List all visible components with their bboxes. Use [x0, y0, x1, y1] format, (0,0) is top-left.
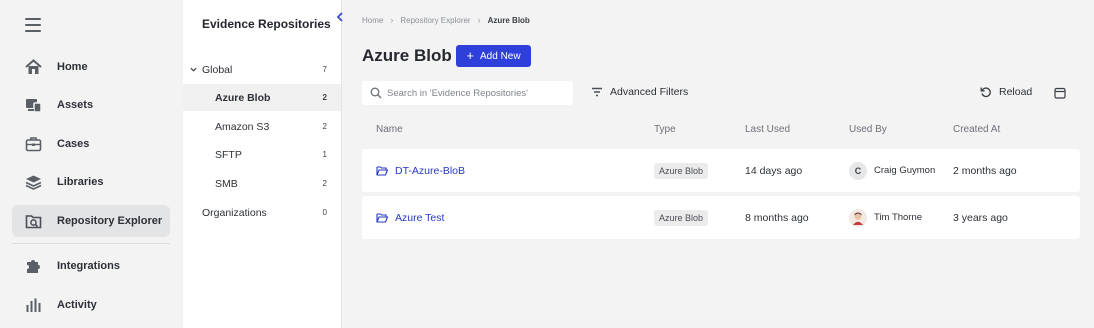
tree-item-global[interactable]: Global 7: [183, 56, 341, 83]
plus-icon: +: [466, 48, 474, 63]
tree-item-count: 7: [322, 65, 327, 74]
used-by-cell: C Craig Guymon: [849, 149, 935, 192]
page-title: Azure Blob: [362, 46, 452, 65]
created-at-cell: 2 months ago: [953, 164, 1017, 177]
nav-item-label: Assets: [57, 99, 94, 111]
chevron-right-icon: ›: [477, 15, 481, 25]
nav-item-label: Libraries: [57, 176, 104, 188]
column-settings-button[interactable]: [1054, 86, 1066, 99]
puzzle-icon: [24, 257, 42, 275]
tree-item-label: SFTP: [215, 148, 242, 161]
user-name: Tim Thorne: [874, 212, 923, 223]
nav-item-integrations[interactable]: Integrations: [12, 250, 170, 282]
column-header-used-by[interactable]: Used By: [849, 124, 887, 135]
search-input[interactable]: [387, 87, 567, 99]
tree-item-count: 2: [322, 93, 327, 102]
tree-item-label: Organizations: [202, 206, 267, 219]
tree-item-sftp[interactable]: SFTP 1: [183, 141, 341, 168]
tree-item-amazon-s3[interactable]: Amazon S3 2: [183, 113, 341, 140]
advanced-filters-button[interactable]: Advanced Filters: [591, 86, 688, 98]
tree-item-label: Amazon S3: [215, 120, 270, 133]
reload-label: Reload: [999, 86, 1033, 98]
column-header-type[interactable]: Type: [654, 124, 676, 135]
tree-title: Evidence Repositories: [202, 17, 331, 31]
bar-chart-icon: [24, 296, 42, 314]
nav-divider: [12, 243, 170, 244]
type-cell: Azure Blob: [654, 196, 709, 239]
nav-item-label: Integrations: [57, 260, 120, 272]
tree-item-count: 2: [322, 179, 327, 188]
tree-item-organizations[interactable]: Organizations 0: [183, 199, 341, 226]
chevron-right-icon: ›: [390, 15, 394, 25]
avatar: C: [849, 161, 867, 180]
nav-item-label: Cases: [57, 138, 90, 150]
repository-tree-panel: Evidence Repositories Global 7 Azure Blo…: [183, 0, 342, 328]
column-header-last-used[interactable]: Last Used: [745, 124, 790, 135]
menu-icon[interactable]: [25, 18, 41, 32]
avatar: [849, 208, 867, 227]
filter-icon: [592, 87, 602, 97]
type-cell: Azure Blob: [654, 149, 709, 192]
column-header-name[interactable]: Name: [376, 124, 403, 135]
nav-item-activity[interactable]: Activity: [12, 289, 170, 321]
last-used-cell: 14 days ago: [745, 164, 803, 177]
nav-item-repository-explorer[interactable]: Repository Explorer: [12, 205, 170, 237]
user-avatar-icon: [853, 212, 863, 225]
created-at-cell: 3 years ago: [953, 211, 1008, 224]
repository-name: DT-Azure-BloB: [395, 164, 466, 177]
tree-item-azure-blob[interactable]: Azure Blob 2: [183, 84, 341, 111]
search-icon: [370, 87, 382, 99]
add-new-label: Add New: [480, 50, 521, 62]
home-icon: [24, 58, 42, 76]
tree-item-smb[interactable]: SMB 2: [183, 170, 341, 197]
nav-item-home[interactable]: Home: [12, 51, 170, 83]
briefcase-icon: [24, 135, 42, 153]
breadcrumb-section[interactable]: Repository Explorer: [400, 16, 470, 25]
breadcrumb: Home › Repository Explorer › Azure Blob: [362, 15, 530, 25]
repository-name: Azure Test: [395, 211, 445, 224]
repository-name-link[interactable]: DT-Azure-BloB: [376, 149, 465, 192]
repository-name-link[interactable]: Azure Test: [376, 196, 444, 239]
folder-search-icon: [24, 212, 42, 230]
advanced-filters-label: Advanced Filters: [610, 86, 689, 98]
nav-item-label: Activity: [57, 299, 97, 311]
nav-item-assets[interactable]: Assets: [12, 89, 170, 121]
breadcrumb-current: Azure Blob: [487, 15, 530, 25]
table-row[interactable]: DT-Azure-BloB Azure Blob 14 days ago C C…: [362, 149, 1080, 192]
type-badge: Azure Blob: [654, 209, 709, 226]
chevron-down-icon: [190, 67, 197, 72]
last-used-cell: 8 months ago: [745, 211, 809, 224]
column-header-created-at[interactable]: Created At: [953, 124, 1000, 135]
main-nav: Home Assets Cases Libraries Repository E…: [0, 0, 183, 328]
folder-open-icon: [376, 165, 388, 176]
nav-item-libraries[interactable]: Libraries: [12, 166, 170, 198]
reload-button[interactable]: Reload: [980, 86, 1032, 98]
user-name: Craig Guymon: [874, 165, 936, 176]
tree-item-label: Azure Blob: [215, 91, 271, 104]
add-new-button[interactable]: + Add New: [456, 45, 531, 67]
tree-item-label: SMB: [215, 177, 238, 190]
tree-item-count: 1: [322, 150, 327, 159]
type-badge: Azure Blob: [654, 162, 709, 179]
folder-open-icon: [376, 212, 388, 223]
nav-item-cases[interactable]: Cases: [12, 128, 170, 160]
layers-icon: [24, 173, 42, 191]
tree-item-count: 2: [322, 122, 327, 131]
assets-icon: [24, 96, 42, 114]
nav-item-label: Home: [57, 61, 88, 73]
panel-icon: [1054, 87, 1066, 99]
search-box[interactable]: [362, 81, 573, 105]
reload-icon: [980, 87, 991, 98]
breadcrumb-home[interactable]: Home: [362, 16, 383, 25]
main-content: Home › Repository Explorer › Azure Blob …: [343, 0, 1094, 328]
table-row[interactable]: Azure Test Azure Blob 8 months ago Tim T…: [362, 196, 1080, 239]
nav-item-label: Repository Explorer: [57, 215, 163, 227]
tree-item-count: 0: [322, 208, 327, 217]
tree-item-label: Global: [202, 63, 233, 76]
used-by-cell: Tim Thorne: [849, 196, 922, 239]
